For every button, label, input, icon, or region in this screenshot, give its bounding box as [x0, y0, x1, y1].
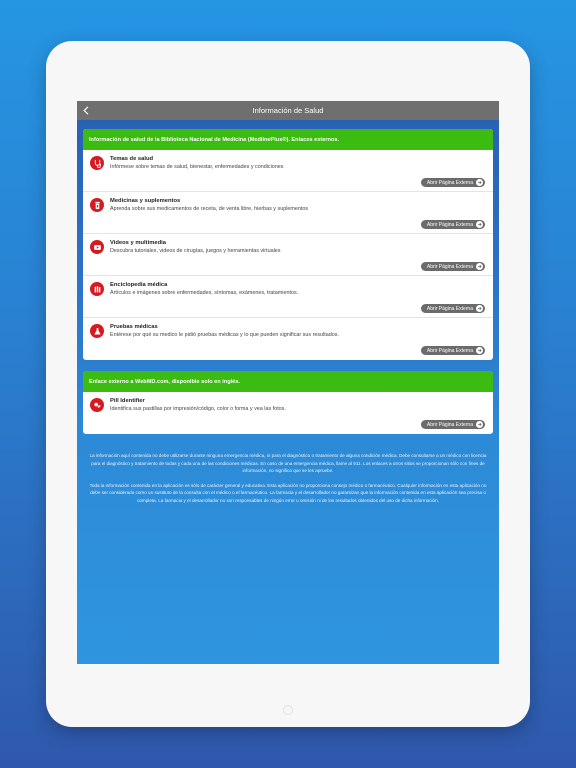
item-description: Descubra tutoriales, videos de cirugías,… [110, 248, 281, 254]
open-external-page-button[interactable]: Abrir Página Externa [420, 304, 485, 313]
item-description: Entérese por qué su medico le pidió prue… [110, 332, 339, 338]
item-title: Temas de salud [110, 156, 154, 162]
chevron-left-icon [83, 106, 89, 115]
disclaimer: La información aquí contenida no debe ut… [85, 452, 491, 511]
page-title: Información de Salud [252, 106, 324, 115]
item-title: Medicinas y suplementos [110, 198, 181, 204]
list-item: Temas de salud Infórmese sobre temas de … [83, 150, 493, 192]
stethoscope-icon [90, 156, 104, 170]
pill-bottle-icon [90, 198, 104, 212]
list-item: Enciclopedia médica Artículos e imágenes… [83, 276, 493, 318]
open-external-page-button[interactable]: Abrir Página Externa [420, 178, 485, 187]
open-external-page-button[interactable]: Abrir Página Externa [420, 346, 485, 355]
item-title: Enciclopedia médica [110, 282, 168, 288]
list-item: Medicinas y suplementos Aprenda sobre su… [83, 192, 493, 234]
medlineplus-header: Información de salud de la Biblioteca Na… [83, 129, 493, 150]
navigation-bar: Información de Salud [77, 101, 499, 120]
disclaimer-paragraph: Toda la información contenida en la apli… [89, 482, 487, 503]
arrow-right-icon [476, 347, 483, 354]
app-screen: Información de Salud Información de salu… [77, 101, 499, 664]
open-external-page-button[interactable]: Abrir Página Externa [420, 420, 485, 429]
arrow-right-icon [476, 421, 483, 428]
button-label: Abrir Página Externa [426, 421, 473, 428]
item-title: Pruebas médicas [110, 324, 158, 330]
arrow-right-icon [476, 263, 483, 270]
list-item: Videos y multimedia Descubra tutoriales,… [83, 234, 493, 276]
video-play-icon [90, 240, 104, 254]
list-item: Pruebas médicas Entérese por qué su medi… [83, 318, 493, 360]
button-label: Abrir Página Externa [426, 179, 473, 186]
item-description: Aprenda sobre sus medicamentos de receta… [110, 206, 309, 212]
button-label: Abrir Página Externa [426, 347, 473, 354]
medlineplus-card: Información de salud de la Biblioteca Na… [83, 129, 493, 360]
item-description: Identifica sus pastillas por impresión/c… [110, 406, 286, 412]
button-label: Abrir Página Externa [426, 305, 473, 312]
list-item: Pill Identifier Identifica sus pastillas… [83, 392, 493, 434]
pills-icon [90, 398, 104, 412]
item-title: Pill Identifier [110, 398, 145, 404]
books-icon [90, 282, 104, 296]
webmd-header: Enlace externo a WebMD.com, disponible s… [83, 371, 493, 392]
button-label: Abrir Página Externa [426, 263, 473, 270]
home-indicator [283, 705, 293, 715]
webmd-card: Enlace externo a WebMD.com, disponible s… [83, 371, 493, 434]
back-button[interactable] [79, 102, 93, 119]
open-external-page-button[interactable]: Abrir Página Externa [420, 220, 485, 229]
flask-icon [90, 324, 104, 338]
item-description: Infórmese sobre temas de salud, bienesta… [110, 164, 284, 170]
item-title: Videos y multimedia [110, 240, 166, 246]
open-external-page-button[interactable]: Abrir Página Externa [420, 262, 485, 271]
disclaimer-paragraph: La información aquí contenida no debe ut… [89, 453, 487, 473]
arrow-right-icon [476, 179, 483, 186]
item-description: Artículos e imágenes sobre enfermedades,… [110, 290, 299, 296]
button-label: Abrir Página Externa [426, 221, 473, 228]
arrow-right-icon [476, 305, 483, 312]
arrow-right-icon [476, 221, 483, 228]
